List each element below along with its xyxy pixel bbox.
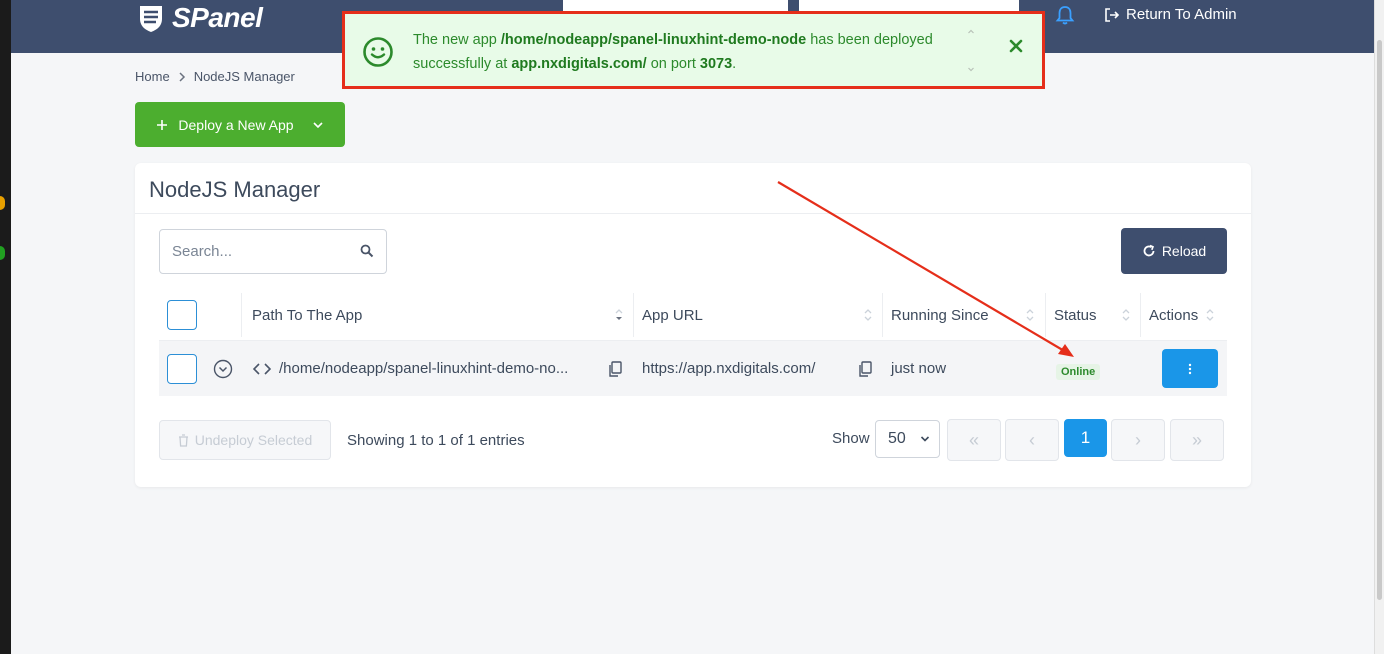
toast-app-url: app.nxdigitals.com/ [511,56,647,72]
row-checkbox[interactable] [167,353,197,384]
close-icon[interactable] [1009,39,1023,53]
dock-indicator [0,246,5,260]
toast-message: The new app /home/nodeapp/spanel-linuxhi… [413,32,933,72]
sort-desc-icon[interactable] [615,307,623,323]
status-cell: Online [1056,344,1101,399]
apps-table: Path To The App App URL Running Since St… [159,289,1227,396]
logo-text: SPanel [172,2,263,33]
copy-icon[interactable] [858,360,872,377]
running-since-text: just now [891,360,947,377]
row-actions-button[interactable] [1162,349,1218,388]
return-to-admin-label: Return To Admin [1126,6,1237,23]
reload-button[interactable]: Reload [1121,228,1227,274]
undeploy-label: Undeploy Selected [194,432,313,448]
page-1-button[interactable]: 1 [1064,419,1107,457]
chevron-down-icon [313,121,323,128]
spanel-logo[interactable]: SPanel [136,2,263,34]
select-all-cell [167,289,197,341]
sort-icon[interactable] [1206,307,1214,323]
sort-icon[interactable] [1122,307,1130,323]
card-title: NodeJS Manager [149,177,321,202]
dock-indicator [0,196,5,210]
prev-page-button[interactable]: ‹ [1005,419,1059,461]
column-path[interactable]: Path To The App [252,289,362,341]
return-to-admin-link[interactable]: Return To Admin [1104,6,1237,23]
chevron-right-icon [179,71,185,82]
sort-icon[interactable] [864,307,872,323]
app-url-text[interactable]: https://app.nxdigitals.com/ [642,341,815,396]
trash-icon [178,433,188,447]
next-page-button[interactable]: › [1111,419,1165,461]
search-box [159,229,387,274]
table-header: Path To The App App URL Running Since St… [159,289,1227,341]
table-row[interactable]: /home/nodeapp/spanel-linuxhint-demo-no..… [159,341,1227,396]
actions-cell [1162,341,1218,396]
card-divider [135,213,1251,214]
undeploy-selected-button[interactable]: Undeploy Selected [159,420,331,460]
column-actions: Actions [1149,306,1199,324]
entries-info: Showing 1 to 1 of 1 entries [347,432,525,449]
expand-chevron-icon[interactable] [213,359,233,379]
path-cell: /home/nodeapp/spanel-linuxhint-demo-no..… [253,341,568,396]
page-scrollbar[interactable] [1374,0,1384,654]
app-path-text: /home/nodeapp/spanel-linuxhint-demo-no..… [279,360,569,377]
page-size-value: 50 [888,430,906,447]
breadcrumb: Home NodeJS Manager [135,69,295,84]
refresh-icon [1143,244,1155,257]
toast-port: 3073 [699,56,733,72]
sign-out-icon [1105,7,1120,22]
breadcrumb-home[interactable]: Home [135,69,170,84]
first-page-button[interactable]: « [947,419,1001,461]
toast-scroll-icon[interactable] [966,28,976,74]
shield-logo-icon [140,6,162,32]
deploy-new-app-button[interactable]: Deploy a New App [135,102,345,147]
last-page-button[interactable]: » [1170,419,1224,461]
sort-icon[interactable] [1026,307,1034,323]
status-badge: Online [1056,363,1101,380]
column-app-url[interactable]: App URL [642,289,703,341]
success-toast: The new app /home/nodeapp/spanel-linuxhi… [343,12,1044,88]
code-icon [253,362,271,375]
search-icon[interactable] [360,244,374,258]
bell-icon[interactable] [1054,4,1076,26]
chevron-down-icon [920,436,930,442]
show-label: Show [832,430,870,447]
ellipsis-vertical-icon [1188,363,1192,374]
smile-icon [363,37,393,67]
search-input[interactable] [160,230,350,273]
toast-app-path: /home/nodeapp/spanel-linuxhint-demo-node [500,32,807,48]
row-select-cell [167,341,197,396]
plus-icon [157,119,168,130]
breadcrumb-current: NodeJS Manager [193,69,295,84]
left-window-strip [0,0,11,654]
row-expand-cell [213,341,233,396]
copy-icon[interactable] [608,360,622,377]
copy-path-cell [608,341,622,396]
scrollbar-thumb[interactable] [1377,40,1382,600]
reload-label: Reload [1161,243,1207,259]
nodejs-manager-card: NodeJS Manager Reload Path To The App Ap… [135,163,1251,487]
select-all-checkbox[interactable] [167,300,197,330]
deploy-button-label: Deploy a New App [178,116,294,133]
column-running-since[interactable]: Running Since [891,289,989,341]
column-status[interactable]: Status [1054,289,1097,341]
copy-url-cell [858,341,872,396]
page-size-select[interactable]: 50 [875,420,940,458]
